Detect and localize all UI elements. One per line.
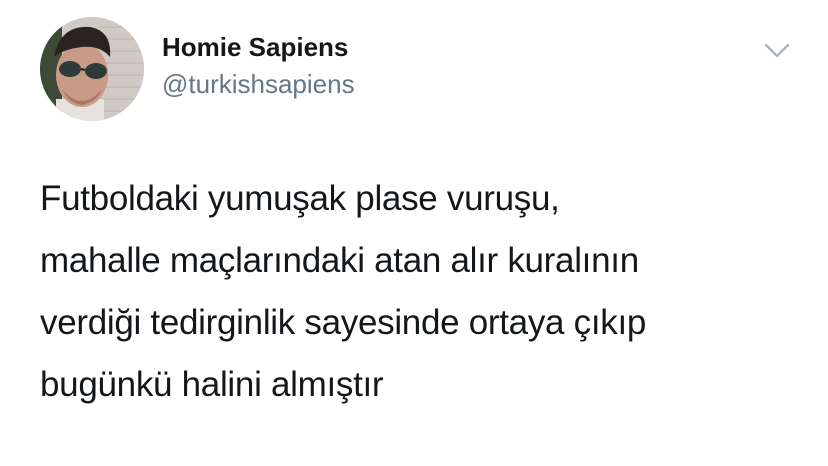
tweet-text-line: Futboldaki yumuşak plase vuruşu,	[40, 179, 560, 218]
tweet-card: Homie Sapiens @turkishsapiens Futboldaki…	[0, 0, 828, 466]
tweet-text-line: verdiği tedirginlik sayesinde ortaya çık…	[40, 303, 647, 342]
tweet-text-line: mahalle maçlarındaki atan alır kuralının	[40, 241, 639, 280]
tweet-text-line: bugünkü halini almıştır	[40, 365, 384, 404]
tweet-text: Futboldaki yumuşak plase vuruşu, mahalle…	[40, 168, 800, 416]
author-display-name[interactable]: Homie Sapiens	[162, 32, 348, 63]
author-avatar[interactable]	[40, 17, 144, 121]
chevron-down-icon[interactable]	[760, 36, 794, 64]
author-handle[interactable]: @turkishsapiens	[162, 69, 355, 100]
profile-photo	[40, 17, 144, 121]
